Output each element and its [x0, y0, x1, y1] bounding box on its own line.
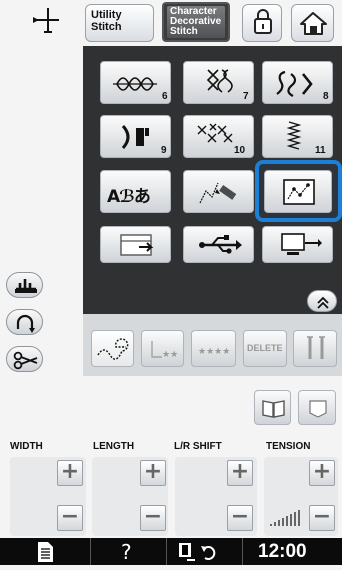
lr-shift-label: L/R SHIFT	[174, 441, 222, 452]
decorative-stitch-category-6[interactable]: 11	[262, 115, 333, 158]
category-number: 7	[243, 91, 249, 102]
tension-level-bars	[270, 510, 300, 526]
computer-icon	[281, 233, 322, 255]
character-decorative-stitch-tab[interactable]: Character Decorative Stitch	[162, 2, 230, 42]
tension-increase-button[interactable]: +	[309, 460, 335, 486]
svg-text:★★: ★★	[162, 350, 178, 360]
length-increase-button[interactable]: +	[140, 460, 166, 486]
clock-time: 12:00	[258, 541, 307, 562]
thread-loop-icon	[97, 338, 129, 360]
thread-tension-tool-button[interactable]	[91, 330, 134, 367]
category-number: 11	[315, 145, 326, 156]
decorative-stitch-category-2[interactable]: 7	[183, 61, 254, 104]
thread-cutter-button[interactable]	[6, 346, 43, 372]
twin-needle-icon	[307, 336, 325, 359]
category-number: 10	[234, 145, 246, 156]
category-number: 9	[161, 145, 167, 156]
stars-icon: ★★★★	[198, 347, 230, 357]
stitch-pattern-editor-button[interactable]	[264, 170, 332, 213]
presser-foot-icon	[15, 279, 37, 293]
presser-foot-code-icon	[309, 400, 327, 418]
custom-stitch-pencil-icon	[199, 182, 237, 204]
home-icon	[300, 12, 327, 35]
needle-position-icon	[30, 6, 66, 40]
computer-usb-button[interactable]	[262, 226, 333, 263]
memory-tool-button[interactable]: ★★★★	[191, 330, 236, 367]
edit-stitch-icon: ★★	[151, 341, 178, 360]
help-label: ?	[121, 540, 132, 564]
stitch-editor-icon	[283, 179, 315, 205]
bobbin-winding-icon	[179, 543, 216, 561]
character-letters: Aℬあ	[107, 187, 151, 207]
usb-media-button[interactable]	[183, 226, 254, 263]
character-stitch-button[interactable]: Aℬあ	[100, 170, 171, 213]
pocket-file-icon	[120, 234, 154, 256]
lock-button[interactable]	[242, 4, 282, 42]
scroll-up-button[interactable]	[307, 290, 337, 312]
document-icon	[38, 542, 53, 562]
home-button[interactable]	[291, 4, 334, 42]
tension-label: TENSION	[266, 441, 311, 452]
decorative-stitch-category-5[interactable]: 10	[183, 115, 254, 158]
lr-shift-increase-button[interactable]: +	[227, 460, 253, 486]
width-label: WIDTH	[10, 441, 43, 452]
lr-shift-decrease-button[interactable]: −	[227, 505, 253, 531]
twin-needle-button[interactable]	[293, 330, 337, 367]
scissors-icon	[13, 351, 38, 370]
help-button[interactable]: ?	[91, 538, 166, 565]
width-increase-button[interactable]: +	[57, 460, 83, 486]
stitch-edit-tool-button[interactable]: ★★	[141, 330, 184, 367]
decorative-stitch-category-3[interactable]: 8	[262, 61, 333, 104]
settings-document-button[interactable]	[0, 538, 90, 565]
utility-stitch-label: Utility Stitch	[91, 9, 122, 33]
length-label: LENGTH	[93, 441, 135, 452]
svg-text:★★★★: ★★★★	[198, 347, 230, 357]
double-chevron-up-icon	[317, 296, 329, 309]
length-decrease-button[interactable]: −	[140, 505, 166, 531]
needle-up-down-icon	[16, 314, 35, 333]
manual-button[interactable]	[254, 390, 291, 425]
presser-foot-indicator-button[interactable]	[298, 390, 336, 425]
category-number: 6	[162, 91, 168, 102]
lock-icon	[254, 9, 272, 34]
delete-label: DELETE	[247, 343, 283, 353]
decorative-stitch-category-1[interactable]: 6	[100, 61, 171, 104]
width-decrease-button[interactable]: −	[57, 505, 83, 531]
saved-patterns-button[interactable]	[100, 226, 171, 263]
utility-stitch-tab[interactable]: Utility Stitch	[85, 4, 154, 42]
usb-icon	[199, 235, 242, 254]
book-icon	[262, 400, 285, 418]
decorative-stitch-category-4[interactable]: 9	[100, 115, 171, 158]
bobbin-thread-status[interactable]	[167, 538, 242, 565]
tension-decrease-button[interactable]: −	[309, 505, 335, 531]
needle-position-button[interactable]	[6, 309, 43, 335]
my-custom-stitch-button[interactable]	[183, 170, 254, 213]
category-number: 8	[323, 91, 329, 102]
delete-button[interactable]: DELETE	[243, 330, 287, 367]
presser-foot-lift-button[interactable]	[6, 272, 43, 298]
character-decorative-label: Character Decorative Stitch	[170, 6, 222, 37]
